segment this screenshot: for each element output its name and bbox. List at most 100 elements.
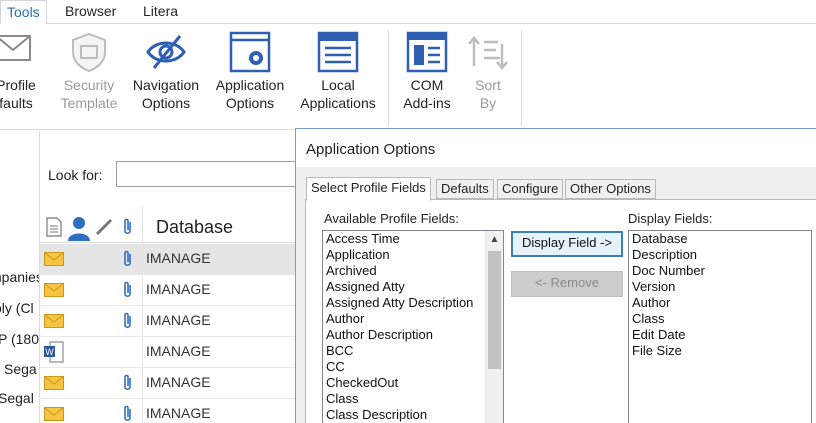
- database-column-header[interactable]: Database: [156, 217, 233, 238]
- attachment-icon: [124, 312, 131, 329]
- display-field-button[interactable]: Display Field ->: [511, 231, 623, 257]
- available-field-item[interactable]: Access Time: [326, 231, 400, 247]
- profile-defaults-button[interactable]: Profile faults: [0, 30, 46, 118]
- display-field-item[interactable]: Database: [632, 231, 688, 247]
- table-row[interactable]: IMANAGE: [40, 275, 300, 306]
- profile-defaults-label-2: faults: [0, 95, 33, 111]
- available-fields-scrollbar[interactable]: ▲: [485, 231, 503, 423]
- ribbon-separator-2: [521, 30, 522, 126]
- available-fields-list[interactable]: Access Time Application Archived Assigned A…: [322, 230, 504, 423]
- ribbon: Profile faults Security Template Navigatio…: [0, 24, 816, 130]
- scroll-thumb[interactable]: [488, 251, 501, 369]
- available-field-item[interactable]: Assigned Atty Description: [326, 295, 473, 311]
- table-row[interactable]: IMANAGE: [40, 368, 300, 399]
- com-addin-icon: [406, 31, 448, 73]
- word-document-icon: W: [44, 341, 64, 363]
- sort-by-button[interactable]: Sort By: [462, 30, 514, 118]
- database-cell: IMANAGE: [146, 250, 211, 266]
- attachment-icon: [124, 374, 131, 391]
- display-field-item[interactable]: Description: [632, 247, 697, 263]
- pencil-icon: [95, 218, 113, 236]
- dialog-title: Application Options: [306, 141, 436, 158]
- available-field-item[interactable]: Class: [326, 391, 359, 407]
- display-field-item[interactable]: File Size: [632, 343, 682, 359]
- display-field-item[interactable]: Author: [632, 295, 670, 311]
- left-panel-item[interactable]: mpanies: [0, 269, 39, 285]
- local-applications-label-2: Applications: [300, 95, 376, 111]
- look-for-input[interactable]: [116, 161, 306, 187]
- user-icon: [68, 217, 90, 241]
- eye-slash-icon: [146, 35, 186, 69]
- available-field-item[interactable]: Author: [326, 311, 364, 327]
- display-field-item[interactable]: Version: [632, 279, 675, 295]
- table-row[interactable]: IMANAGE: [40, 244, 300, 275]
- database-cell: IMANAGE: [146, 343, 211, 359]
- results-grid: Database IMANAGE IMANAGE IMANAGE W IMANAGE IM…: [40, 207, 300, 423]
- sort-by-label-1: Sort: [475, 77, 501, 93]
- envelope-icon: [44, 376, 64, 390]
- table-row[interactable]: IMANAGE: [40, 306, 300, 337]
- available-field-item[interactable]: BCC: [326, 343, 353, 359]
- left-panel: mpanies oly (Cl P (180 Sega Segal: [0, 131, 40, 423]
- tab-select-profile-fields[interactable]: Select Profile Fields: [306, 177, 431, 201]
- tab-litera[interactable]: Litera: [137, 0, 184, 24]
- display-fields-list[interactable]: Database Description Doc Number Version Auth…: [628, 230, 812, 423]
- window-list-icon: [317, 31, 359, 73]
- attachment-icon: [124, 281, 131, 298]
- envelope-check-icon: [0, 35, 31, 61]
- navigation-options-label-2: Options: [141, 95, 191, 111]
- local-applications-button[interactable]: Local Applications: [296, 30, 380, 118]
- available-field-item[interactable]: Author Description: [326, 327, 433, 343]
- available-fields-label: Available Profile Fields:: [324, 211, 459, 226]
- table-row[interactable]: IMANAGE: [40, 399, 300, 423]
- display-fields-label: Display Fields:: [628, 211, 713, 226]
- attachment-icon: [124, 250, 131, 267]
- database-cell: IMANAGE: [146, 405, 211, 421]
- com-addins-label-2: Add-ins: [403, 95, 451, 111]
- tab-defaults[interactable]: Defaults: [436, 179, 494, 199]
- sort-icon: [468, 36, 508, 70]
- database-cell: IMANAGE: [146, 374, 211, 390]
- scroll-up-icon[interactable]: ▲: [486, 231, 503, 249]
- table-row[interactable]: W IMANAGE: [40, 337, 300, 368]
- document-icon: [46, 217, 62, 237]
- navigation-options-label-1: Navigation: [132, 77, 200, 93]
- available-field-item[interactable]: Application: [326, 247, 390, 263]
- security-template-label-1: Security: [63, 77, 115, 93]
- envelope-icon: [44, 252, 64, 266]
- tab-browser[interactable]: Browser: [59, 0, 122, 24]
- available-field-item[interactable]: CC: [326, 359, 345, 375]
- application-options-button[interactable]: Application Options: [212, 30, 288, 118]
- tab-other-options[interactable]: Other Options: [565, 179, 656, 199]
- tab-configure[interactable]: Configure: [497, 179, 564, 199]
- available-field-item[interactable]: Class Description: [326, 407, 427, 423]
- security-template-button[interactable]: Security Template: [56, 30, 122, 118]
- remove-button[interactable]: <- Remove: [511, 271, 623, 297]
- available-field-item[interactable]: Assigned Atty: [326, 279, 405, 295]
- com-addins-button[interactable]: COM Add-ins: [396, 30, 458, 118]
- left-panel-item[interactable]: Segal: [0, 390, 39, 406]
- available-field-item[interactable]: Archived: [326, 263, 377, 279]
- svg-text:W: W: [45, 347, 54, 357]
- dialog-titlebar[interactable]: Application Options: [296, 129, 816, 167]
- available-field-item[interactable]: CheckedOut: [326, 375, 398, 391]
- ribbon-separator: [388, 30, 389, 126]
- com-addins-label-1: COM: [410, 77, 444, 93]
- window-gear-icon: [229, 31, 271, 73]
- tab-tools[interactable]: Tools: [0, 0, 47, 25]
- display-field-item[interactable]: Edit Date: [632, 327, 685, 343]
- grid-header: Database: [40, 207, 300, 243]
- left-panel-item[interactable]: P (180: [0, 331, 39, 347]
- look-for-label: Look for:: [48, 167, 103, 183]
- envelope-icon: [44, 283, 64, 297]
- navigation-options-button[interactable]: Navigation Options: [128, 30, 204, 118]
- display-field-item[interactable]: Doc Number: [632, 263, 705, 279]
- application-options-dialog: Application Options Select Profile Field…: [295, 128, 816, 423]
- left-panel-item[interactable]: Sega: [4, 361, 39, 377]
- envelope-icon: [44, 314, 64, 328]
- shield-icon: [72, 32, 106, 73]
- paperclip-icon: [124, 218, 131, 235]
- left-panel-item[interactable]: oly (Cl: [0, 300, 39, 316]
- display-field-item[interactable]: Class: [632, 311, 665, 327]
- database-cell: IMANAGE: [146, 312, 211, 328]
